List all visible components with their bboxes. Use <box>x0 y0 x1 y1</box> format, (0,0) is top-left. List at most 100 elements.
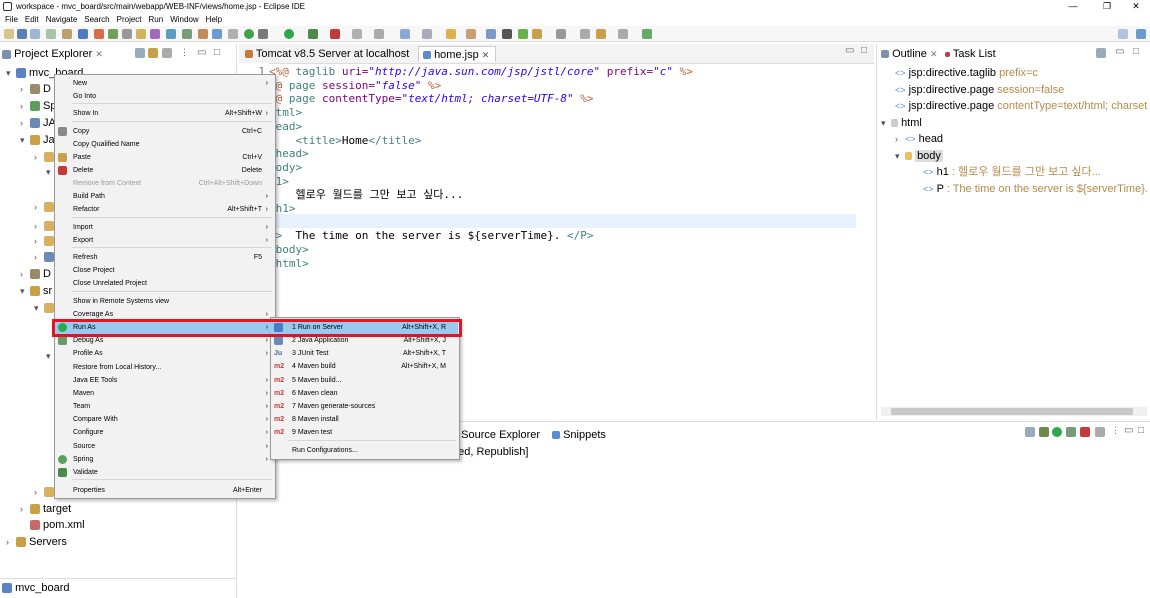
outline-item[interactable]: › <> head <box>895 132 943 147</box>
skip-breakpoints-icon[interactable] <box>122 29 132 39</box>
submenu-item-7-maven-generate-sources[interactable]: m2 7 Maven generate-sources <box>270 400 458 413</box>
submenu-item-8-maven-install[interactable]: m2 8 Maven install <box>270 413 458 426</box>
menu-item-configure[interactable]: Configure › <box>54 426 274 439</box>
toggle-mark-icon[interactable] <box>502 29 512 39</box>
restore-button[interactable]: ❐ <box>1097 0 1117 13</box>
tree-item[interactable]: › Sp <box>20 99 56 114</box>
tree-item[interactable]: › <box>34 200 54 215</box>
menu-item-copy-qualified-name[interactable]: Copy Qualified Name <box>54 138 274 151</box>
tree-item[interactable]: › <box>34 250 54 265</box>
close-button[interactable]: ✕ <box>1126 0 1146 13</box>
terminal-icon[interactable] <box>62 29 72 39</box>
menu-help[interactable]: Help <box>206 13 222 26</box>
new-java-project-icon[interactable] <box>352 29 362 39</box>
tools-icon[interactable] <box>198 29 208 39</box>
annotation-icon[interactable] <box>518 29 528 39</box>
outline-item[interactable]: <> jsp:directive.page session=false <box>895 83 1064 98</box>
minimize-view-icon[interactable]: ▭ <box>1115 46 1124 57</box>
tree-item[interactable]: › D <box>20 82 51 97</box>
refresh-icon[interactable] <box>228 29 238 39</box>
minimize-view-icon[interactable]: ▭ <box>197 47 206 58</box>
maximize-view-icon[interactable]: □ <box>1133 46 1139 57</box>
menu-item-maven[interactable]: Maven › <box>54 387 274 400</box>
collapse-icon[interactable] <box>1025 427 1035 437</box>
tab-snippets[interactable]: Snippets <box>552 427 606 443</box>
outline-item[interactable]: <> h1 : 헬로우 월드를 그만 보고 싶다... <box>923 165 1101 180</box>
minimize-view-icon[interactable]: ▭ <box>1124 425 1133 436</box>
open-type-icon[interactable] <box>46 29 56 39</box>
maximize-editor-icon[interactable]: □ <box>861 45 867 56</box>
start-server-icon[interactable] <box>1052 427 1062 437</box>
tree-item[interactable]: pom.xml <box>20 518 85 533</box>
tree-item[interactable]: › Servers <box>6 535 67 550</box>
tree-item[interactable]: › <box>34 234 54 249</box>
minimize-editor-icon[interactable]: ▭ <box>845 45 854 56</box>
server-icon[interactable] <box>78 29 88 39</box>
scrollbar-thumb[interactable] <box>891 408 1133 415</box>
tab-data-source-explorer[interactable]: a Source Explorer <box>452 427 540 443</box>
menu-item-compare-with[interactable]: Compare With › <box>54 413 274 426</box>
outline-item[interactable]: ▾ html <box>881 116 922 131</box>
vertical-scrollbar[interactable] <box>847 363 855 408</box>
run-icon[interactable] <box>284 29 294 39</box>
close-tab-icon[interactable]: ✕ <box>482 50 490 60</box>
menu-item-build-path[interactable]: Build Path › <box>54 190 274 203</box>
menu-item-profile-as[interactable]: Profile As › <box>54 347 274 360</box>
filter-icon[interactable] <box>162 48 172 58</box>
open-perspective-icon[interactable] <box>212 29 222 39</box>
external-tools-icon[interactable] <box>330 29 340 39</box>
debug-icon[interactable] <box>258 29 268 39</box>
menu-item-refresh[interactable]: Refresh F5 <box>54 251 274 264</box>
spring-boot-icon[interactable] <box>244 29 254 39</box>
tree-item[interactable]: ▾ sr <box>20 284 52 299</box>
menu-run[interactable]: Run <box>149 13 164 26</box>
tab-home-jsp[interactable]: home.jsp ✕ <box>418 46 497 62</box>
menu-item-java-ee-tools[interactable]: Java EE Tools › <box>54 374 274 387</box>
submenu-item-9-maven-test[interactable]: m2 9 Maven test <box>270 426 458 439</box>
close-view-icon[interactable]: ✕ <box>930 49 938 59</box>
tree-item[interactable]: ▾ <box>34 301 54 316</box>
menu-item-export[interactable]: Export › <box>54 234 274 247</box>
submenu-item-5-maven-build[interactable]: m2 5 Maven build... <box>270 374 458 387</box>
tree-item[interactable]: › <box>34 219 54 234</box>
save-all-icon[interactable] <box>30 29 40 39</box>
build-icon[interactable] <box>94 29 104 39</box>
view-menu-icon[interactable]: ⋮ <box>1111 425 1120 436</box>
menu-item-refactor[interactable]: Refactor Alt+Shift+T › <box>54 203 274 216</box>
search-icon[interactable] <box>136 29 146 39</box>
open-folder-icon[interactable] <box>446 29 456 39</box>
outline-item[interactable]: <> jsp:directive.page contentType=text/h… <box>895 99 1147 114</box>
forward-icon[interactable] <box>618 29 628 39</box>
outline-item[interactable]: <> P : The time on the server is ${serve… <box>923 182 1148 197</box>
submenu-item-4-maven-build[interactable]: m2 4 Maven build Alt+Shift+X, M <box>270 360 458 373</box>
menu-item-close-unrelated-project[interactable]: Close Unrelated Project <box>54 277 274 290</box>
profile-server-icon[interactable] <box>1066 427 1076 437</box>
menu-item-show-in-remote-systems-view[interactable]: Show in Remote Systems view <box>54 295 274 308</box>
submenu-item-6-maven-clean[interactable]: m2 6 Maven clean <box>270 387 458 400</box>
save-icon[interactable] <box>17 29 27 39</box>
menu-file[interactable]: File <box>5 13 18 26</box>
submenu-item-3-junit-test[interactable]: Ju 3 JUnit Test Alt+Shift+X, T <box>270 347 458 360</box>
tree-item[interactable]: › D <box>20 267 51 282</box>
tree-item[interactable]: › target <box>20 502 71 517</box>
open-task-icon[interactable] <box>466 29 476 39</box>
menu-item-team[interactable]: Team › <box>54 400 274 413</box>
stop-server-icon[interactable] <box>1080 427 1090 437</box>
project-explorer-title[interactable]: Project Explorer <box>14 48 92 60</box>
java-ee-perspective-icon[interactable] <box>1136 29 1146 39</box>
profile-icon[interactable] <box>150 29 160 39</box>
tree-item[interactable]: ▾ Ja <box>20 133 55 148</box>
menu-item-source[interactable]: Source › <box>54 440 274 453</box>
console-icon[interactable] <box>182 29 192 39</box>
collapse-all-icon[interactable] <box>135 48 145 58</box>
coverage-icon[interactable] <box>166 29 176 39</box>
menu-item-delete[interactable]: Delete Delete <box>54 164 274 177</box>
run-coverage-icon[interactable] <box>308 29 318 39</box>
menu-edit[interactable]: Edit <box>25 13 39 26</box>
last-edit-icon[interactable] <box>580 29 590 39</box>
new-interface-icon[interactable] <box>422 29 432 39</box>
spring-icon[interactable] <box>108 29 118 39</box>
menu-item-copy[interactable]: Copy Ctrl+C <box>54 125 274 138</box>
outline-item[interactable]: ▾ body <box>895 149 943 164</box>
menu-item-restore-from-local-history[interactable]: Restore from Local History... <box>54 361 274 374</box>
